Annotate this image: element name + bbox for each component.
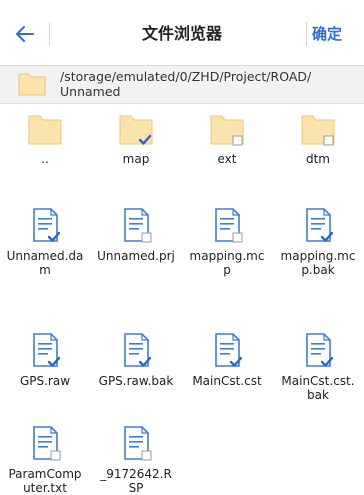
file-name-label: Unnamed.prj	[97, 249, 175, 263]
page-title: 文件浏览器	[141, 24, 222, 43]
document-icon	[33, 208, 61, 242]
document-icon	[306, 208, 334, 242]
document-icon	[33, 333, 61, 367]
document-icon	[306, 333, 334, 367]
top-bar: 文件浏览器 确定	[0, 0, 364, 66]
file-item[interactable]: Unnamed.dam	[4, 207, 86, 277]
file-item[interactable]: mapping.mcp	[186, 207, 268, 277]
file-name-label: MainCst.cst.bak	[281, 374, 355, 402]
path-line-1: /storage/emulated/0/ZHD/Project/ROAD/	[60, 69, 312, 84]
document-icon	[215, 333, 243, 367]
document-icon	[124, 426, 152, 461]
current-path-bar: /storage/emulated/0/ZHD/Project/ROAD/ Un…	[0, 66, 364, 104]
document-icon	[124, 333, 152, 367]
folder-item[interactable]: dtm	[277, 110, 359, 166]
document-icon	[124, 208, 152, 243]
file-item[interactable]: mapping.mcp.bak	[277, 207, 359, 277]
folder-item[interactable]: map	[95, 110, 177, 166]
folder-icon	[301, 115, 335, 146]
file-item[interactable]: MainCst.cst.bak	[277, 332, 359, 402]
file-name-label: Unnamed.dam	[6, 249, 84, 277]
file-name-label: MainCst.cst	[192, 374, 262, 388]
file-item[interactable]: _9172642.RSP	[95, 425, 177, 495]
file-item[interactable]: ParamComputer.txt	[4, 425, 86, 495]
folder-icon	[18, 73, 46, 96]
file-name-label: dtm	[305, 152, 330, 166]
back-divider	[49, 22, 50, 46]
file-name-label: ParamComputer.txt	[8, 467, 82, 495]
file-name-label: mapping.mcp	[189, 249, 265, 277]
file-item[interactable]: MainCst.cst	[186, 332, 268, 388]
back-arrow-icon[interactable]	[13, 22, 37, 46]
file-name-label: _9172642.RSP	[100, 467, 172, 495]
document-icon	[215, 208, 243, 243]
folder-icon	[28, 115, 62, 145]
confirm-button[interactable]: 确定	[312, 22, 364, 46]
folder-item[interactable]: ..	[4, 110, 86, 166]
file-name-label: ..	[41, 152, 49, 166]
document-icon	[33, 426, 61, 461]
file-name-label: map	[122, 152, 150, 166]
file-item[interactable]: Unnamed.prj	[95, 207, 177, 263]
path-line-2: Unnamed	[60, 84, 121, 99]
current-path: /storage/emulated/0/ZHD/Project/ROAD/ Un…	[60, 69, 356, 99]
file-name-label: mapping.mcp.bak	[280, 249, 356, 277]
file-item[interactable]: GPS.raw	[4, 332, 86, 388]
folder-icon	[119, 115, 153, 145]
file-item[interactable]: GPS.raw.bak	[95, 332, 177, 388]
file-name-label: GPS.raw	[19, 374, 71, 388]
file-name-label: GPS.raw.bak	[98, 374, 174, 388]
confirm-divider	[306, 22, 307, 46]
file-name-label: ext	[217, 152, 237, 166]
folder-icon	[210, 115, 244, 146]
folder-item[interactable]: ext	[186, 110, 268, 166]
